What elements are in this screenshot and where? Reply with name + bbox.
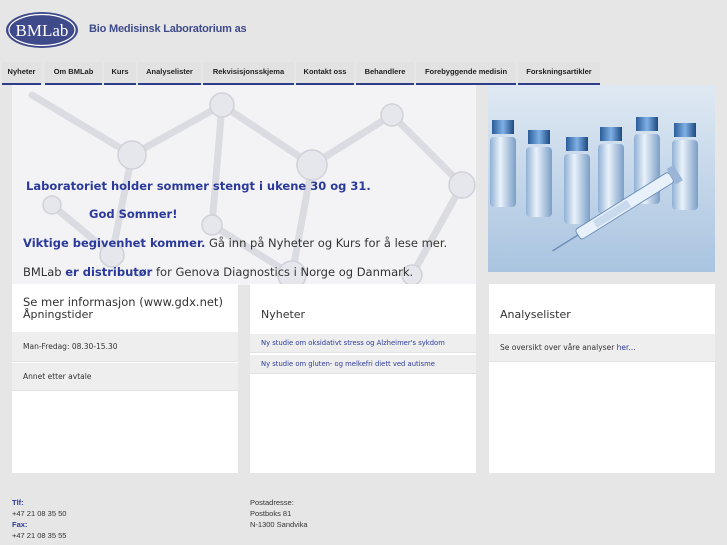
postal-line2: N-1300 Sandvika xyxy=(250,520,308,529)
hero-distributor-line: BMLab er distributør for Genova Diagnost… xyxy=(23,265,414,279)
opening-hours-row: Annet etter avtale xyxy=(12,363,238,391)
nav-item-kontakt-oss[interactable]: Kontakt oss xyxy=(296,62,354,85)
nav-item-analyselister[interactable]: Analyselister xyxy=(138,62,201,85)
hero-event-line: Viktige begivenhet kommer. Gå inn på Nyh… xyxy=(23,236,448,250)
postal-line1: Postboks 81 xyxy=(250,509,292,518)
analyses-title: Analyselister xyxy=(500,308,571,321)
analyses-overview-row: Se oversikt over våre analyser her... xyxy=(489,334,715,362)
news-panel: Nyheter Ny studie om oksidativt stress o… xyxy=(250,284,476,473)
company-name: Bio Medisinsk Laboratorium as xyxy=(89,23,247,35)
gdx-info-link[interactable]: Se mer informasjon (www.gdx.net) xyxy=(23,295,223,309)
hero-announcement: Laboratoriet holder sommer stengt i uken… xyxy=(26,179,371,193)
nav-item-behandlere[interactable]: Behandlere xyxy=(356,62,414,85)
nav-item-rekvisisjonsskjema[interactable]: Rekvisisjonsskjema xyxy=(203,62,294,85)
analyses-here-link[interactable]: her... xyxy=(617,343,636,352)
analyses-panel: Analyselister Se oversikt over våre anal… xyxy=(489,284,715,473)
nav-item-forebyggende-medisin[interactable]: Forebyggende medisin xyxy=(416,62,516,85)
news-title: Nyheter xyxy=(261,308,306,321)
hero-banner: Laboratoriet holder sommer stengt i uken… xyxy=(12,85,476,285)
postal-label: Postadresse: xyxy=(250,498,294,507)
nav-item-forskningsartikler[interactable]: Forskningsartikler xyxy=(518,62,600,85)
opening-hours-row: Man-Fredag: 08.30-15.30 xyxy=(12,332,238,362)
nav-item-kurs[interactable]: Kurs xyxy=(104,62,136,85)
hero-greeting: God Sommer! xyxy=(89,207,178,221)
nav-item-nyheter[interactable]: Nyheter xyxy=(2,62,41,85)
logo-text: BMLab xyxy=(16,21,69,40)
opening-hours-panel: Åpningstider Man-Fredag: 08.30-15.30 Ann… xyxy=(12,284,238,473)
opening-hours-title: Åpningstider xyxy=(23,308,93,321)
site-header: BMLab Bio Medisinsk Laboratorium as xyxy=(0,0,727,62)
fax-label: Fax: xyxy=(12,520,28,529)
news-item-link[interactable]: Ny studie om oksidativt stress og Alzhei… xyxy=(250,334,476,353)
nav-item-om-bmlab[interactable]: Om BMLab xyxy=(45,62,102,85)
news-item-link[interactable]: Ny studie om gluten- og melkefri diett v… xyxy=(250,355,476,374)
phone-label: Tlf: xyxy=(12,498,24,507)
phone-number: +47 21 08 35 50 xyxy=(12,509,67,518)
vials-syringe-photo xyxy=(488,85,715,272)
main-nav: Nyheter Om BMLab Kurs Analyselister Rekv… xyxy=(0,62,727,85)
bmlab-logo[interactable]: BMLab xyxy=(4,10,80,50)
fax-number: +47 21 08 35 55 xyxy=(12,531,67,540)
